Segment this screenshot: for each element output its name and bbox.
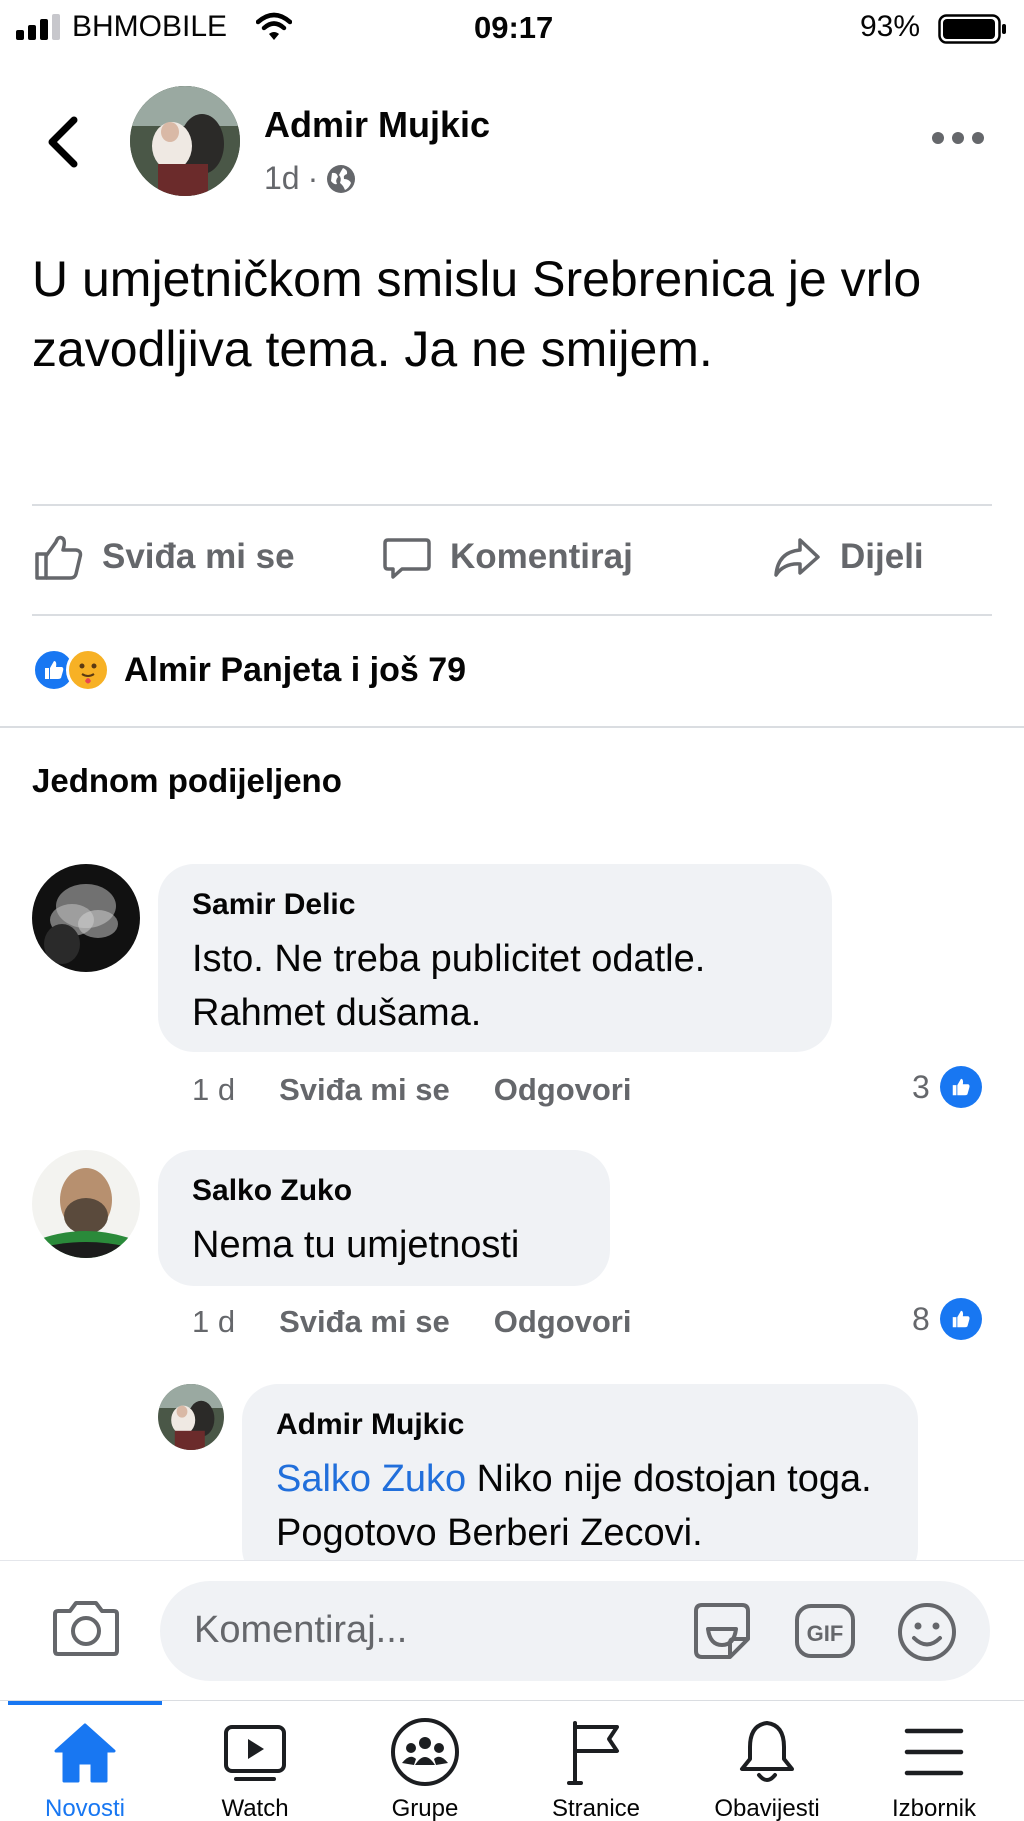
commenter-photo — [32, 1150, 140, 1258]
comment-author[interactable]: Samir Delic — [192, 888, 798, 922]
bottom-tab-bar: Novosti Watch Grupe Stranice Obavijesti … — [0, 1700, 1024, 1821]
clock: 09:17 — [474, 10, 554, 45]
thumbs-up-icon — [35, 535, 83, 580]
post-author-name[interactable]: Admir Mujkic — [264, 104, 490, 146]
comment-age: 1 d — [192, 1304, 236, 1339]
comment-age: 1 d — [192, 1072, 236, 1107]
bell-icon — [740, 1721, 794, 1782]
care-reaction-icon — [66, 648, 110, 692]
commenter-avatar[interactable] — [32, 1150, 140, 1258]
home-icon — [54, 1723, 116, 1783]
comment-composer: Komentiraj... GIF — [0, 1560, 1024, 1690]
pages-flag-icon — [567, 1721, 619, 1785]
watch-icon — [224, 1725, 286, 1781]
comment-text: Nema tu umjetnosti — [192, 1224, 520, 1266]
divider — [32, 614, 992, 616]
post-meta: 1d · — [264, 160, 356, 197]
comment-like-button[interactable]: Sviđa mi se — [279, 1304, 450, 1340]
reply-mention-link[interactable]: Salko Zuko — [276, 1458, 466, 1500]
tab-obavijesti[interactable]: Obavijesti — [697, 1715, 837, 1821]
menu-icon — [904, 1728, 964, 1776]
divider — [32, 504, 992, 506]
like-label: Sviđa mi se — [102, 537, 295, 576]
comment-button[interactable]: Komentiraj — [380, 530, 633, 584]
reply-author-photo — [158, 1384, 224, 1450]
reactions-summary[interactable]: Almir Panjeta i još 79 — [32, 648, 466, 692]
status-bar: BHMOBILE 09:17 93% — [0, 0, 1024, 58]
back-button[interactable] — [40, 112, 86, 172]
sticker-icon[interactable] — [690, 1599, 754, 1663]
like-badge-icon — [939, 1066, 982, 1108]
tab-label: Izbornik — [891, 1795, 977, 1821]
divider — [0, 726, 1024, 728]
reply-author-avatar[interactable] — [158, 1384, 224, 1450]
author-avatar[interactable] — [130, 86, 240, 196]
comment-bubble[interactable]: Samir Delic Isto. Ne treba publicitet od… — [158, 864, 832, 1052]
signal-icon — [16, 14, 60, 40]
share-button[interactable]: Dijeli — [770, 530, 924, 584]
more-options-button[interactable] — [930, 128, 986, 148]
comment-like-count[interactable]: 8 — [912, 1298, 982, 1340]
author-photo — [130, 86, 240, 196]
tab-label: Novosti — [44, 1795, 126, 1821]
comment-input-placeholder: Komentiraj... — [194, 1609, 408, 1651]
like-badge-icon — [939, 1298, 982, 1340]
gif-icon[interactable]: GIF — [794, 1603, 856, 1659]
like-count: 3 — [912, 1068, 930, 1105]
battery-icon — [938, 14, 1006, 44]
tab-label: Stranice — [551, 1795, 641, 1821]
tab-novosti[interactable]: Novosti — [15, 1715, 155, 1821]
wifi-icon — [256, 12, 292, 40]
comment-author[interactable]: Salko Zuko — [192, 1174, 576, 1208]
comment-bubble-icon — [383, 538, 431, 579]
emoji-icon[interactable] — [896, 1601, 958, 1663]
comment-reply-button[interactable]: Odgovori — [494, 1304, 632, 1340]
tab-label: Watch — [221, 1795, 289, 1821]
like-count: 8 — [912, 1300, 930, 1337]
post-text: U umjetničkom smislu Srebrenica je vrlo … — [32, 251, 922, 377]
post-age[interactable]: 1d — [264, 160, 300, 197]
tab-label: Grupe — [391, 1795, 459, 1821]
commenter-avatar[interactable] — [32, 864, 140, 972]
comment-text: Isto. Ne treba publicitet odatle. Rahmet… — [192, 938, 706, 1034]
reactions-text: Almir Panjeta i još 79 — [124, 650, 467, 689]
comment-reply-button[interactable]: Odgovori — [494, 1072, 632, 1108]
groups-icon — [391, 1718, 459, 1786]
comment-meta: 1 d Sviđa mi se Odgovori — [192, 1072, 631, 1108]
battery-percent: 93% — [860, 10, 921, 43]
post-actions: Sviđa mi se Komentiraj Dijeli — [32, 530, 992, 600]
tab-watch[interactable]: Watch — [185, 1715, 325, 1821]
comment-meta: 1 d Sviđa mi se Odgovori — [192, 1304, 631, 1340]
like-button[interactable]: Sviđa mi se — [32, 530, 295, 584]
comment-like-count[interactable]: 3 — [912, 1066, 982, 1108]
reply-bubble[interactable]: Admir Mujkic Salko Zuko Niko nije dostoj… — [242, 1384, 918, 1584]
commenter-photo — [32, 864, 140, 972]
active-tab-indicator — [8, 1701, 162, 1705]
tab-label: Obavijesti — [714, 1795, 820, 1821]
shared-count[interactable]: Jednom podijeljeno — [32, 762, 342, 800]
share-label: Dijeli — [840, 537, 924, 576]
tab-grupe[interactable]: Grupe — [355, 1715, 495, 1821]
comment-input[interactable]: Komentiraj... GIF — [160, 1581, 990, 1681]
tab-stranice[interactable]: Stranice — [526, 1715, 666, 1821]
meta-separator: · — [307, 160, 319, 196]
camera-icon[interactable] — [52, 1597, 120, 1657]
gif-label: GIF — [807, 1621, 844, 1646]
tab-izbornik[interactable]: Izbornik — [864, 1715, 1004, 1821]
comment-bubble[interactable]: Salko Zuko Nema tu umjetnosti — [158, 1150, 610, 1286]
comment-label: Komentiraj — [450, 537, 633, 576]
globe-icon — [327, 164, 356, 193]
carrier-name: BHMOBILE — [72, 10, 228, 43]
reply-author[interactable]: Admir Mujkic — [276, 1408, 884, 1442]
share-arrow-icon — [774, 538, 820, 577]
reply-text: Salko Zuko Niko nije dostojan toga. Pogo… — [276, 1452, 884, 1560]
comment-like-button[interactable]: Sviđa mi se — [279, 1072, 450, 1108]
